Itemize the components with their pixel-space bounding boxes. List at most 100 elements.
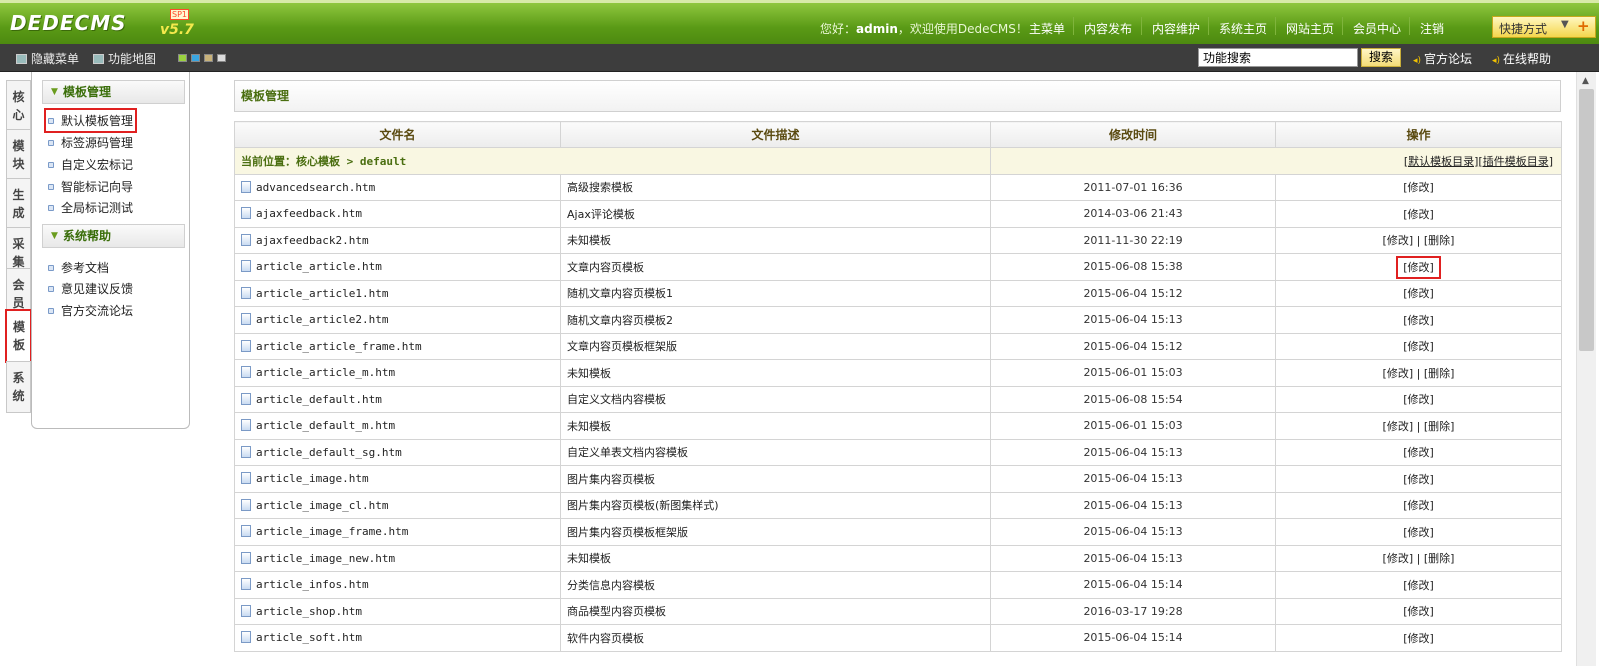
edit-link[interactable]: [修改] [1403,181,1434,194]
file-name-cell[interactable]: article_infos.htm [234,571,561,599]
vtab-template[interactable]: 模 板 [5,309,32,363]
table-row: ajaxfeedback2.htm 未知模板 2011-11-30 22:19 [修改… [234,226,1562,254]
file-icon [241,472,251,485]
file-name-cell[interactable]: article_default_sg.htm [234,438,561,466]
file-name-cell[interactable]: article_image_cl.htm [234,491,561,519]
scroll-up-icon[interactable]: ▲ [1582,76,1589,86]
nav-content-publish[interactable]: 内容发布 [1084,20,1132,37]
file-name-cell[interactable]: article_image_new.htm [234,544,561,572]
menu-group-system-help[interactable]: ▼ 系统帮助 [42,224,185,248]
file-name-cell[interactable]: article_soft.htm [234,624,561,652]
edit-link[interactable]: [修改] [1403,473,1434,486]
plus-icon[interactable]: + [1577,17,1590,35]
edit-link[interactable]: [修改] [1403,526,1434,539]
file-name-cell[interactable]: article_image.htm [234,465,561,493]
edit-link[interactable]: [修改] [1403,632,1434,645]
nav-system-home[interactable]: 系统主页 [1219,20,1267,37]
search-button[interactable]: 搜索 [1361,48,1401,67]
edit-link[interactable]: [修改] [1403,393,1434,406]
file-name-cell[interactable]: ajaxfeedback.htm [234,200,561,228]
default-template-dir-link[interactable]: [默认模板目录] [1404,155,1479,168]
file-description-cell: 软件内容页模板 [560,624,991,652]
online-help-link[interactable]: ◂) 在线帮助 [1492,50,1551,67]
skin-swatch-gray[interactable] [217,54,226,62]
quick-menu[interactable]: 快捷方式 ▼ + [1492,16,1596,38]
skin-swatch-green[interactable] [178,54,187,62]
skin-swatch-tan[interactable] [204,54,213,62]
edit-link[interactable]: [修改] [1403,605,1434,618]
table-row: article_article_frame.htm 文章内容页模板框架版 2015-… [234,332,1562,360]
file-name-cell[interactable]: article_image_frame.htm [234,518,561,546]
main-panel: 模板管理 文件名 文件描述 修改时间 操作 当前位置：核心模板 > defaul… [234,80,1562,666]
file-description-cell: Ajax评论模板 [560,200,991,228]
edit-link[interactable]: [修改] [1383,552,1414,565]
file-name-cell[interactable]: ajaxfeedback2.htm [234,226,561,254]
edit-link[interactable]: [修改] [1403,208,1434,221]
edit-link[interactable]: [修改] [1403,287,1434,300]
breadcrumb: 当前位置：核心模板 > default [234,147,991,175]
menu-item-custom-macro[interactable]: 自定义宏标记 [48,156,133,173]
menu-item-reference-docs[interactable]: 参考文档 [48,259,109,276]
menu-item-default-template[interactable]: 默认模板管理 [43,108,138,133]
menu-item-tag-source[interactable]: 标签源码管理 [48,134,133,151]
file-name-cell[interactable]: article_article1.htm [234,279,561,307]
menu-item-feedback[interactable]: 意见建议反馈 [48,280,133,297]
edit-link[interactable]: [修改] [1383,420,1414,433]
plugin-template-dir-link[interactable]: [插件模板目录] [1478,155,1553,168]
delete-link[interactable]: [删除] [1424,234,1455,247]
file-name-cell[interactable]: article_shop.htm [234,597,561,625]
edit-link[interactable]: [修改] [1403,446,1434,459]
delete-link[interactable]: [删除] [1424,552,1455,565]
official-forum-link[interactable]: ◂) 官方论坛 [1413,50,1472,67]
file-icon [241,604,251,617]
file-name-cell[interactable]: article_article.htm [234,253,561,281]
scrollbar[interactable]: ▲ [1576,72,1596,666]
search-input[interactable] [1198,48,1358,67]
nav-member-center[interactable]: 会员中心 [1353,20,1401,37]
logo-text: DEDECMS [10,11,127,35]
vtab-module[interactable]: 模 块 [6,129,31,181]
scrollbar-thumb[interactable] [1579,89,1594,351]
delete-link[interactable]: [删除] [1424,420,1455,433]
vtab-system[interactable]: 系 统 [6,361,31,413]
vtab-core[interactable]: 核 心 [6,80,31,132]
edit-link[interactable]: [修改] [1396,255,1441,279]
edit-link[interactable]: [修改] [1403,579,1434,592]
operation-cell: [修改] [1275,491,1562,519]
file-name-cell[interactable]: article_article_frame.htm [234,332,561,360]
skin-swatch-blue[interactable] [191,54,200,62]
file-name-cell[interactable]: article_article_m.htm [234,359,561,387]
location-row: 当前位置：核心模板 > default [默认模板目录][插件模板目录] [234,147,1562,175]
grid-icon [93,54,104,64]
file-description-cell: 图片集内容页模板 [560,465,991,493]
menu-item-global-tag-test[interactable]: 全局标记测试 [48,199,133,216]
chevron-down-icon[interactable]: ▼ [1561,19,1569,30]
nav-main-menu[interactable]: 主菜单 [1029,20,1065,37]
vtab-generate[interactable]: 生 成 [6,178,31,230]
file-name-cell[interactable]: article_default_m.htm [234,412,561,440]
column-header-operation: 操作 [1275,121,1562,148]
hide-menu-button[interactable]: 隐藏菜单 [16,50,79,67]
file-name-cell[interactable]: advancedsearch.htm [234,173,561,201]
nav-logout[interactable]: 注销 [1420,20,1444,37]
edit-link[interactable]: [修改] [1403,314,1434,327]
file-name-cell[interactable]: article_article2.htm [234,306,561,334]
logo: DEDECMS SP1 v5.7 [10,9,194,39]
file-icon [241,313,251,326]
modified-time-cell: 2015-06-04 15:13 [990,465,1276,493]
signal-icon: ◂) [1413,56,1422,66]
function-map-button[interactable]: 功能地图 [93,50,156,67]
menu-item-smart-tag-wizard[interactable]: 智能标记向导 [48,178,133,195]
menu-group-template-manage[interactable]: ▼ 模板管理 [42,80,185,104]
nav-content-maintain[interactable]: 内容维护 [1152,20,1200,37]
edit-link[interactable]: [修改] [1403,499,1434,512]
column-header-filename: 文件名 [234,121,561,148]
file-name-cell[interactable]: article_default.htm [234,385,561,413]
edit-link[interactable]: [修改] [1383,367,1414,380]
edit-link[interactable]: [修改] [1403,340,1434,353]
menu-item-official-forum[interactable]: 官方交流论坛 [48,302,133,319]
edit-link[interactable]: [修改] [1383,234,1414,247]
delete-link[interactable]: [删除] [1424,367,1455,380]
table-row: article_infos.htm 分类信息内容模板 2015-06-04 15:1… [234,571,1562,599]
nav-site-home[interactable]: 网站主页 [1286,20,1334,37]
